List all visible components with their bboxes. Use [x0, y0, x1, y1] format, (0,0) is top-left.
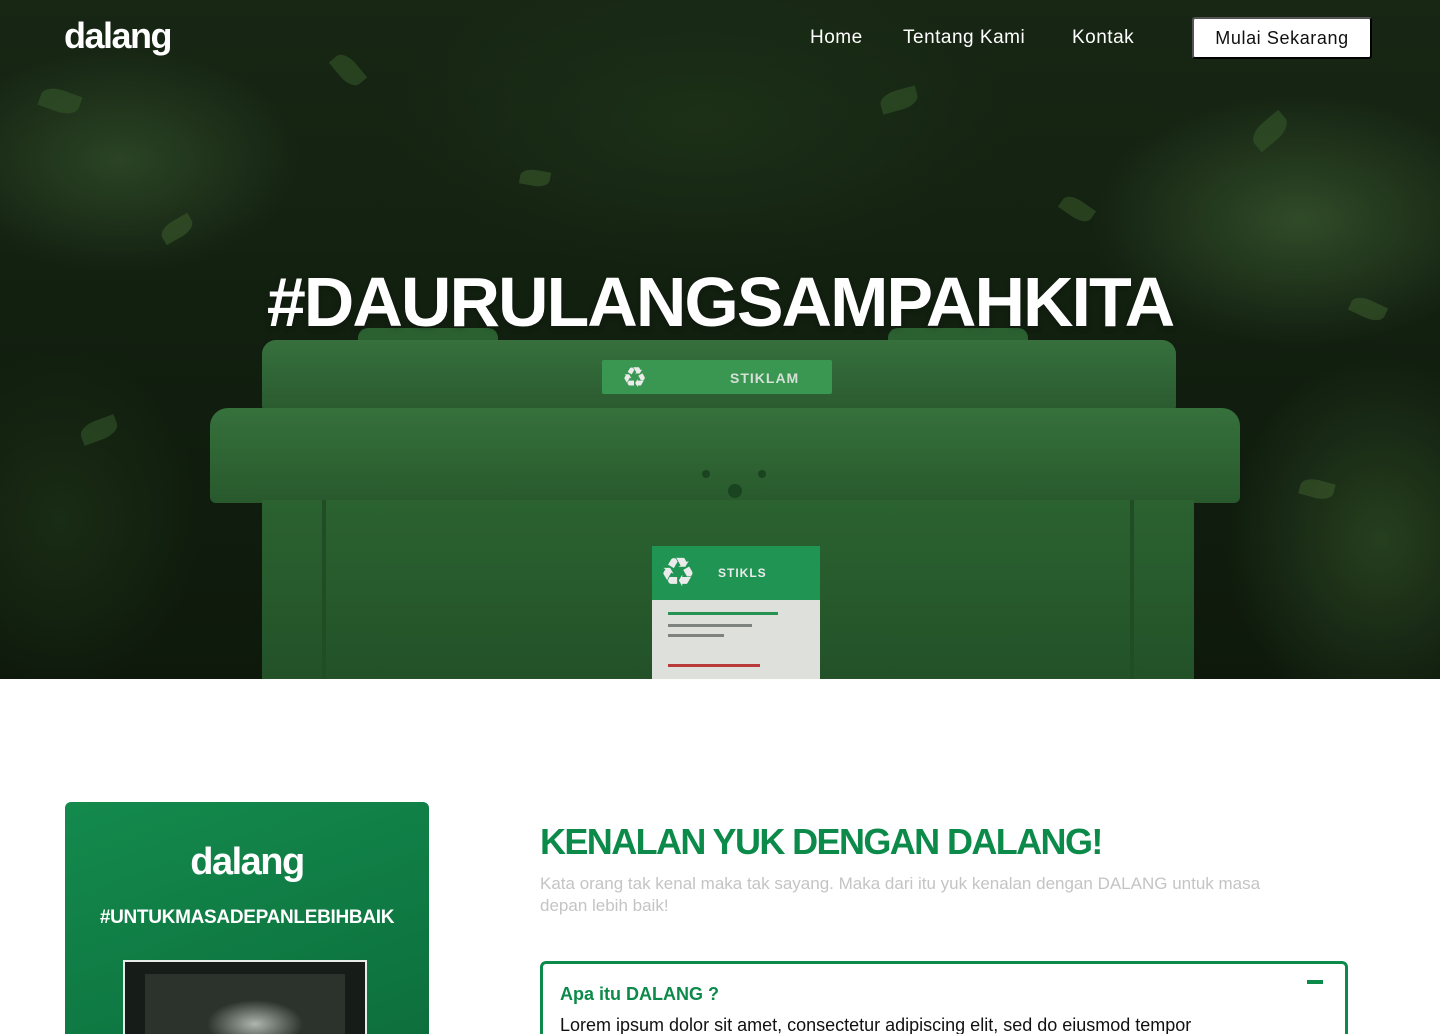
mulai-sekarang-button[interactable]: Mulai Sekarang: [1192, 17, 1372, 59]
nav-link-kontak[interactable]: Kontak: [1072, 26, 1134, 50]
hero-section: ♻ STIKLAM ♻ STIKLS #DAURULANGSAMPAHKITA: [0, 0, 1440, 679]
faq-answer: Lorem ipsum dolor sit amet, consectetur …: [560, 1015, 1192, 1034]
nav-link-home[interactable]: Home: [810, 26, 863, 50]
nav-link-tentang-kami[interactable]: Tentang Kami: [903, 26, 1025, 50]
card-photo-content: [145, 974, 345, 1034]
card-logo: dalang: [190, 841, 305, 883]
about-card: dalang #UNTUKMASADEPANLEBIHBAIK: [65, 802, 429, 1034]
minus-icon[interactable]: [1307, 980, 1323, 984]
card-tagline: #UNTUKMASADEPANLEBIHBAIK: [99, 907, 395, 928]
hero-title: #DAURULANGSAMPAHKITA: [266, 263, 1175, 341]
about-heading: KENALAN YUK DENGAN DALANG!: [540, 821, 1103, 862]
about-subtitle: Kata orang tak kenal maka tak sayang. Ma…: [540, 874, 1261, 915]
card-photo: [123, 960, 367, 1034]
faq-item[interactable]: Apa itu DALANG ? Lorem ipsum dolor sit a…: [540, 961, 1348, 1034]
site-logo[interactable]: dalang: [64, 14, 173, 58]
faq-question[interactable]: Apa itu DALANG ?: [560, 982, 719, 1006]
